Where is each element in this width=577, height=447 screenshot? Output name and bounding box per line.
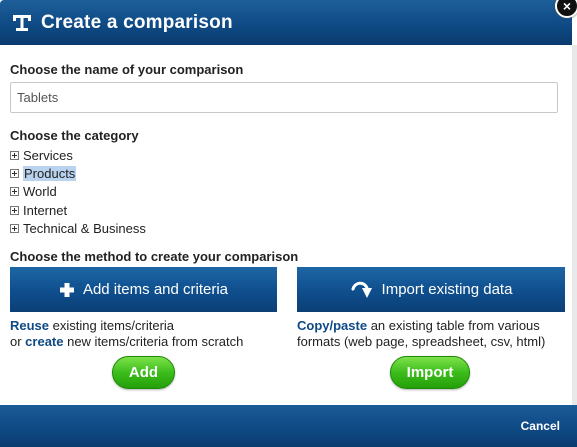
- category-label[interactable]: Products: [23, 165, 77, 181]
- import-existing-data-button[interactable]: Import existing data: [297, 267, 565, 312]
- add-description: Reuse existing items/criteria or create …: [10, 318, 243, 350]
- cancel-button[interactable]: Cancel: [521, 419, 560, 433]
- import-desc-text-2: formats (web page, spreadsheet, csv, htm…: [297, 334, 546, 349]
- import-existing-data-label: Import existing data: [381, 281, 513, 298]
- expand-plus-icon[interactable]: [10, 150, 19, 160]
- reuse-link[interactable]: Reuse: [10, 318, 49, 333]
- name-section-label: Choose the name of your comparison: [10, 62, 244, 77]
- add-button[interactable]: Add: [112, 356, 175, 389]
- add-desc-prefix: or: [10, 334, 26, 349]
- category-item-products[interactable]: Products: [10, 164, 146, 182]
- category-section-label: Choose the category: [10, 128, 139, 143]
- add-items-criteria-label: Add items and criteria: [82, 281, 229, 298]
- comparison-name-input[interactable]: [10, 82, 558, 113]
- import-desc-text-1: an existing table from various: [367, 318, 540, 333]
- create-link[interactable]: create: [25, 334, 63, 349]
- copy-paste-link[interactable]: Copy/paste: [297, 318, 367, 333]
- dialog-title: Create a comparison: [41, 11, 233, 33]
- expand-plus-icon[interactable]: [10, 168, 19, 178]
- import-description: Copy/paste an existing table from variou…: [297, 318, 545, 350]
- import-button-label: Import: [406, 364, 454, 381]
- import-button[interactable]: Import: [390, 356, 470, 389]
- plus-icon: [59, 282, 75, 298]
- category-label[interactable]: Technical & Business: [23, 221, 146, 236]
- category-item-internet[interactable]: Internet: [10, 201, 146, 219]
- close-icon: ×: [562, 0, 572, 14]
- category-tree: Services Products World Internet Technic…: [10, 146, 146, 237]
- add-desc-text-1: existing items/criteria: [49, 318, 175, 333]
- comparison-icon: [11, 12, 33, 34]
- curved-arrow-down-icon: [350, 279, 374, 301]
- category-item-services[interactable]: Services: [10, 146, 146, 164]
- category-item-technical-business[interactable]: Technical & Business: [10, 219, 146, 237]
- dialog-edge: [572, 45, 577, 405]
- category-item-world[interactable]: World: [10, 183, 146, 201]
- create-comparison-dialog: Create a comparison × Choose the name of…: [0, 0, 577, 447]
- category-label[interactable]: World: [23, 184, 57, 199]
- category-label[interactable]: Internet: [23, 203, 67, 218]
- expand-plus-icon[interactable]: [10, 187, 19, 197]
- add-button-label: Add: [128, 364, 159, 381]
- expand-plus-icon[interactable]: [10, 205, 19, 215]
- dialog-header: Create a comparison: [0, 0, 572, 45]
- dialog-footer: Cancel: [0, 405, 577, 447]
- add-items-criteria-button[interactable]: Add items and criteria: [10, 267, 277, 312]
- add-desc-text-2: new items/criteria from scratch: [63, 334, 244, 349]
- category-label[interactable]: Services: [23, 148, 73, 163]
- method-section-label: Choose the method to create your compari…: [10, 249, 299, 264]
- expand-plus-icon[interactable]: [10, 223, 19, 233]
